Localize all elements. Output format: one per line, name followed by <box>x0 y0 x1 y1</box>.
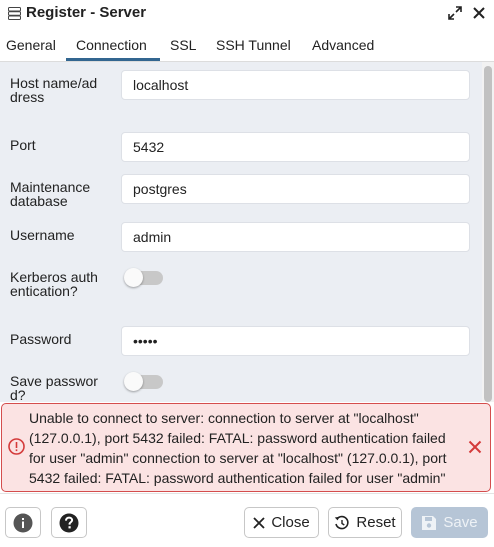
close-button[interactable]: Close <box>244 507 319 538</box>
form-scrollbar-thumb[interactable] <box>484 66 492 402</box>
expand-icon[interactable] <box>448 6 462 20</box>
tab-ssh-tunnel[interactable]: SSH Tunnel <box>216 37 291 53</box>
dialog-title: Register - Server <box>26 4 147 21</box>
save-password-label: Save password? <box>10 373 98 402</box>
save-icon <box>422 515 437 530</box>
port-label: Port <box>10 137 36 153</box>
tab-general[interactable]: General <box>6 37 56 53</box>
kerberos-toggle[interactable] <box>124 268 163 287</box>
password-input[interactable]: ••••• <box>121 326 470 356</box>
save-button-label: Save <box>443 514 478 531</box>
port-input[interactable]: 5432 <box>121 132 470 162</box>
info-button[interactable] <box>5 507 41 538</box>
maintenance-database-label: Maintenance database <box>10 179 91 209</box>
title-bar: Register - Server <box>0 0 494 28</box>
server-icon <box>8 7 21 20</box>
error-icon <box>8 438 25 455</box>
tab-connection[interactable]: Connection <box>76 37 147 53</box>
close-button-label: Close <box>271 514 310 531</box>
reset-button[interactable]: Reset <box>328 507 402 538</box>
username-input[interactable]: admin <box>121 222 470 252</box>
error-alert: Unable to connect to server: connection … <box>1 403 491 492</box>
active-tab-indicator <box>66 58 160 61</box>
password-label: Password <box>10 331 72 347</box>
dismiss-error-icon[interactable] <box>468 440 482 454</box>
maintenance-database-input[interactable]: postgres <box>121 174 470 204</box>
close-icon[interactable] <box>473 7 485 19</box>
close-x-icon <box>253 516 265 529</box>
reset-icon <box>335 515 349 529</box>
reset-button-label: Reset <box>356 514 396 531</box>
username-label: Username <box>10 227 75 243</box>
tab-ssl[interactable]: SSL <box>170 37 196 53</box>
host-input[interactable]: localhost <box>121 70 470 100</box>
save-password-toggle[interactable] <box>124 372 163 391</box>
host-label: Host name/address <box>10 75 98 105</box>
kerberos-label: Kerberos authentication? <box>10 269 98 299</box>
tab-advanced[interactable]: Advanced <box>312 37 374 53</box>
tab-bar: General Connection SSL SSH Tunnel Advanc… <box>0 30 494 62</box>
kerberos-toggle-knob <box>124 268 143 287</box>
save-button[interactable]: Save <box>411 507 488 538</box>
connection-form: Host name/address localhost Port 5432 Ma… <box>0 62 482 402</box>
help-icon <box>59 513 79 532</box>
error-message: Unable to connect to server: connection … <box>29 410 447 486</box>
info-icon <box>13 513 33 532</box>
save-password-toggle-knob <box>124 372 143 391</box>
help-button[interactable] <box>51 507 87 538</box>
